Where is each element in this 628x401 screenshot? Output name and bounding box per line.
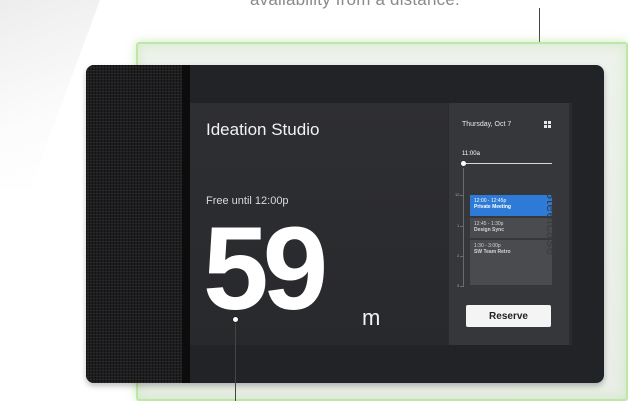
timeline-tick [460, 256, 464, 257]
timeline-hour-label: 1 [457, 223, 460, 228]
current-time: 11:00a [462, 151, 480, 157]
timeline-hour-label: 3 [457, 283, 460, 288]
minutes-remaining: 59 [203, 203, 328, 335]
timeline-axis [463, 168, 464, 286]
current-time-line [464, 163, 552, 164]
event-title: Design Sync [474, 227, 505, 233]
event-title: SW Team Retro [474, 249, 511, 255]
brand-logo: Steelcase [544, 190, 560, 256]
calendar-date: Thursday, Oct 7 [462, 121, 512, 128]
callout-line-top [539, 8, 540, 46]
timeline-tick [460, 226, 464, 227]
grid-menu-icon[interactable] [544, 121, 551, 128]
calendar-event[interactable]: 12:45 - 1:30p Design Sync [470, 218, 552, 238]
fabric-panel [86, 65, 190, 383]
timeline-hour-label: 2 [457, 253, 460, 258]
minutes-unit: m [362, 305, 381, 330]
room-name: Ideation Studio [206, 120, 320, 139]
caption-text: availability from a distance. [250, 0, 460, 10]
light-streak [0, 0, 100, 190]
callout-dot-bottom [232, 316, 239, 323]
timeline-tick [460, 195, 464, 196]
calendar-event[interactable]: 1:30 - 3:00p SW Team Retro [470, 240, 552, 285]
current-time-dot [461, 161, 466, 166]
timeline-tick [460, 286, 464, 287]
reserve-button[interactable]: Reserve [466, 305, 551, 327]
event-title: Private Meeting [474, 204, 511, 210]
timeline-hour-label: 12 [455, 192, 460, 197]
calendar-event-active[interactable]: 12:00 - 12:45p Private Meeting [470, 195, 552, 216]
callout-line-bottom [235, 322, 236, 401]
fabric-edge [182, 65, 190, 383]
